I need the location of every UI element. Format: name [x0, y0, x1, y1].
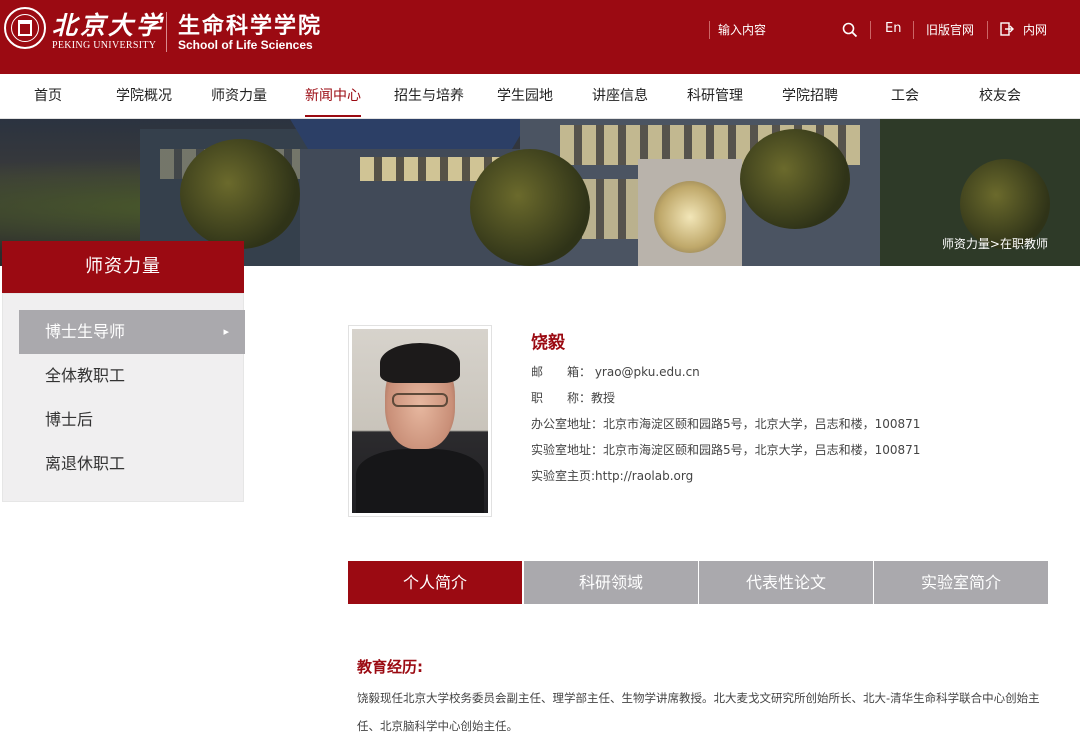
intro-paragraph: 饶毅现任北京大学校务委员会副主任、理学部主任、生物学讲席教授。北大麦戈文研究所创…: [357, 691, 1040, 733]
profile-office-address: 办公室地址：北京市海淀区颐和园路5号，北京大学，吕志和楼，100871: [531, 417, 921, 431]
portrait-glasses: [392, 393, 448, 407]
tree: [740, 129, 850, 229]
header-divider: [166, 12, 167, 52]
profile-photo: [348, 325, 492, 517]
breadcrumb: 师资力量>在职教师: [942, 235, 1048, 252]
breadcrumb-chevron-icon: >: [989, 237, 1000, 251]
sidebar-item-label: 全体教职工: [45, 366, 126, 385]
nav-item-students[interactable]: 学生园地: [497, 74, 553, 119]
school-name-cn[interactable]: 生命科学学院: [178, 8, 322, 40]
tab-personal-profile[interactable]: 个人简介: [348, 561, 522, 604]
chevron-right-icon: ▸: [223, 325, 229, 338]
tab-research-areas[interactable]: 科研领域: [524, 561, 698, 604]
nav-item-union[interactable]: 工会: [891, 74, 919, 119]
university-name-cn[interactable]: 北京大学: [52, 6, 164, 42]
site-header: 北京大学 PEKING UNIVERSITY 生命科学学院 School of …: [0, 0, 1080, 74]
breadcrumb-item-faculty[interactable]: 师资力量: [942, 237, 990, 251]
profile-name: 饶毅: [531, 333, 565, 353]
arch-opening: [654, 181, 726, 253]
nav-item-admissions[interactable]: 招生与培养: [394, 74, 464, 119]
nav-item-home[interactable]: 首页: [34, 74, 62, 119]
portrait-hair: [380, 343, 460, 383]
intranet-link[interactable]: 内网: [1023, 21, 1047, 38]
tab-representative-papers[interactable]: 代表性论文: [699, 561, 873, 604]
section-heading-education: 教育经历:: [357, 658, 423, 676]
search-icon[interactable]: [842, 22, 858, 38]
tab-lab-introduction[interactable]: 实验室简介: [874, 561, 1048, 604]
sidebar-item-label: 博士生导师: [45, 322, 126, 341]
seal-core: [18, 20, 32, 36]
nav-item-recruitment[interactable]: 学院招聘: [782, 74, 838, 119]
profile-email[interactable]: 邮 箱： yrao@pku.edu.cn: [531, 363, 700, 380]
top-separator: [709, 21, 710, 39]
top-separator: [913, 21, 914, 39]
sidebar-item-postdocs[interactable]: 博士后: [19, 398, 245, 442]
search-input[interactable]: [718, 19, 836, 41]
university-seal-logo[interactable]: [4, 7, 46, 49]
sidebar-item-doctoral-supervisors[interactable]: 博士生导师 ▸: [19, 310, 245, 354]
portrait-image: [352, 329, 488, 513]
main-nav: 首页 学院概况 师资力量 新闻中心 招生与培养 学生园地 讲座信息 科研管理 学…: [0, 74, 1080, 119]
nav-item-research-admin[interactable]: 科研管理: [687, 74, 743, 119]
nav-item-alumni[interactable]: 校友会: [979, 74, 1021, 119]
university-name-en: PEKING UNIVERSITY: [52, 40, 157, 51]
sidebar-title: 师资力量: [2, 241, 244, 293]
moon-gate-arch: [638, 159, 742, 266]
tree: [180, 139, 300, 249]
school-name-en: School of Life Sciences: [178, 38, 313, 52]
profile-lab-homepage[interactable]: 实验室主页:http://raolab.org: [531, 467, 693, 484]
breadcrumb-item-current[interactable]: 在职教师: [1000, 237, 1048, 251]
english-link[interactable]: En: [885, 21, 901, 36]
sidebar: 博士生导师 ▸ 全体教职工 博士后 离退休职工: [2, 293, 245, 502]
sidebar-item-retired-staff[interactable]: 离退休职工: [19, 442, 245, 486]
nav-item-news[interactable]: 新闻中心: [305, 74, 361, 119]
profile-title: 职 称：教授: [531, 391, 616, 405]
profile-lab-address: 实验室地址：北京市海淀区颐和园路5号，北京大学，吕志和楼，100871: [531, 443, 921, 457]
sidebar-item-all-staff[interactable]: 全体教职工: [19, 354, 245, 398]
nav-item-faculty[interactable]: 师资力量: [211, 74, 267, 119]
login-icon[interactable]: [1000, 22, 1014, 36]
building-roof: [290, 119, 530, 151]
tree: [470, 149, 590, 266]
portrait-body: [356, 449, 484, 513]
nav-item-lectures[interactable]: 讲座信息: [592, 74, 648, 119]
old-site-link[interactable]: 旧版官网: [926, 21, 974, 38]
top-separator: [987, 21, 988, 39]
nav-item-about[interactable]: 学院概况: [116, 74, 172, 119]
top-separator: [870, 21, 871, 39]
sidebar-item-label: 博士后: [45, 410, 94, 429]
sidebar-item-label: 离退休职工: [45, 454, 126, 473]
